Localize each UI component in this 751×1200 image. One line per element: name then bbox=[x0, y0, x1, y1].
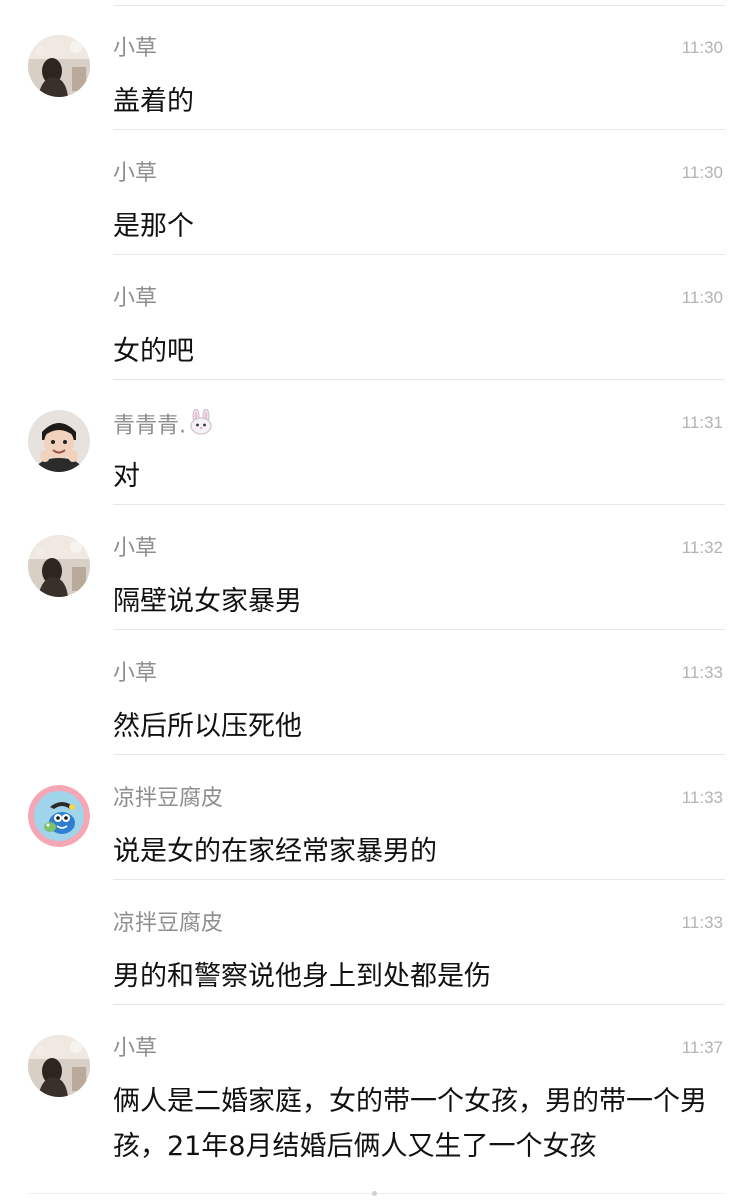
message-item[interactable]: 小草 11:37 俩人是二婚家庭，女的带一个女孩，男的带一个男孩，21年8月结婚… bbox=[0, 1005, 751, 1175]
message-item[interactable]: 小草 11:30 盖着的 bbox=[0, 5, 751, 130]
message-text: 盖着的 bbox=[113, 86, 194, 117]
sender-name: 小草 bbox=[113, 286, 158, 311]
avatar-xiaocao[interactable] bbox=[28, 535, 90, 597]
message-item[interactable]: 青青青. 11:31 对 bbox=[0, 380, 751, 505]
message-time: 11:33 bbox=[681, 913, 723, 932]
sender-name: 凉拌豆腐皮 bbox=[113, 911, 224, 936]
message-time: 11:30 bbox=[681, 38, 723, 57]
message-time: 11:37 bbox=[681, 1038, 723, 1057]
message-item[interactable]: 小草 11:33 然后所以压死他 bbox=[0, 630, 751, 755]
message-item[interactable]: 小草 11:30 女的吧 bbox=[0, 255, 751, 380]
message-item[interactable]: 小草 11:32 隔壁说女家暴男 bbox=[0, 505, 751, 630]
sender-name: 青青青. bbox=[113, 408, 214, 444]
avatar-liangban[interactable] bbox=[28, 785, 90, 847]
message-item[interactable]: 凉拌豆腐皮 11:33 说是女的在家经常家暴男的 bbox=[0, 755, 751, 880]
sender-name: 小草 bbox=[113, 36, 158, 61]
sender-name: 小草 bbox=[113, 536, 158, 561]
message-text: 女的吧 bbox=[113, 336, 194, 367]
message-text: 说是女的在家经常家暴男的 bbox=[113, 836, 437, 867]
sender-name-text: 青青青. bbox=[113, 413, 186, 439]
sender-name: 小草 bbox=[113, 661, 158, 686]
avatar-xiaocao[interactable] bbox=[28, 1035, 90, 1097]
message-item[interactable]: 小草 11:30 是那个 bbox=[0, 130, 751, 255]
message-text: 是那个 bbox=[113, 211, 194, 242]
sender-name: 凉拌豆腐皮 bbox=[113, 786, 224, 811]
message-time: 11:30 bbox=[681, 163, 723, 182]
avatar-qingqingqing[interactable] bbox=[28, 410, 90, 472]
sender-name: 小草 bbox=[113, 1036, 158, 1061]
message-text: 男的和警察说他身上到处都是伤 bbox=[113, 961, 491, 992]
message-time: 11:31 bbox=[681, 413, 723, 432]
message-text: 俩人是二婚家庭，女的带一个女孩，男的带一个男孩，21年8月结婚后俩人又生了一个女… bbox=[113, 1086, 707, 1162]
message-time: 11:33 bbox=[681, 788, 723, 807]
message-text: 然后所以压死他 bbox=[113, 711, 302, 742]
message-time: 11:32 bbox=[681, 538, 723, 557]
message-time: 11:33 bbox=[681, 663, 723, 682]
scroll-indicator bbox=[372, 1191, 377, 1196]
message-item[interactable]: 凉拌豆腐皮 11:33 男的和警察说他身上到处都是伤 bbox=[0, 880, 751, 1005]
avatar-xiaocao[interactable] bbox=[28, 35, 90, 97]
message-time: 11:30 bbox=[681, 288, 723, 307]
message-text: 隔壁说女家暴男 bbox=[113, 586, 302, 617]
sender-name: 小草 bbox=[113, 161, 158, 186]
message-text: 对 bbox=[113, 461, 140, 492]
bunny-icon bbox=[188, 408, 214, 444]
